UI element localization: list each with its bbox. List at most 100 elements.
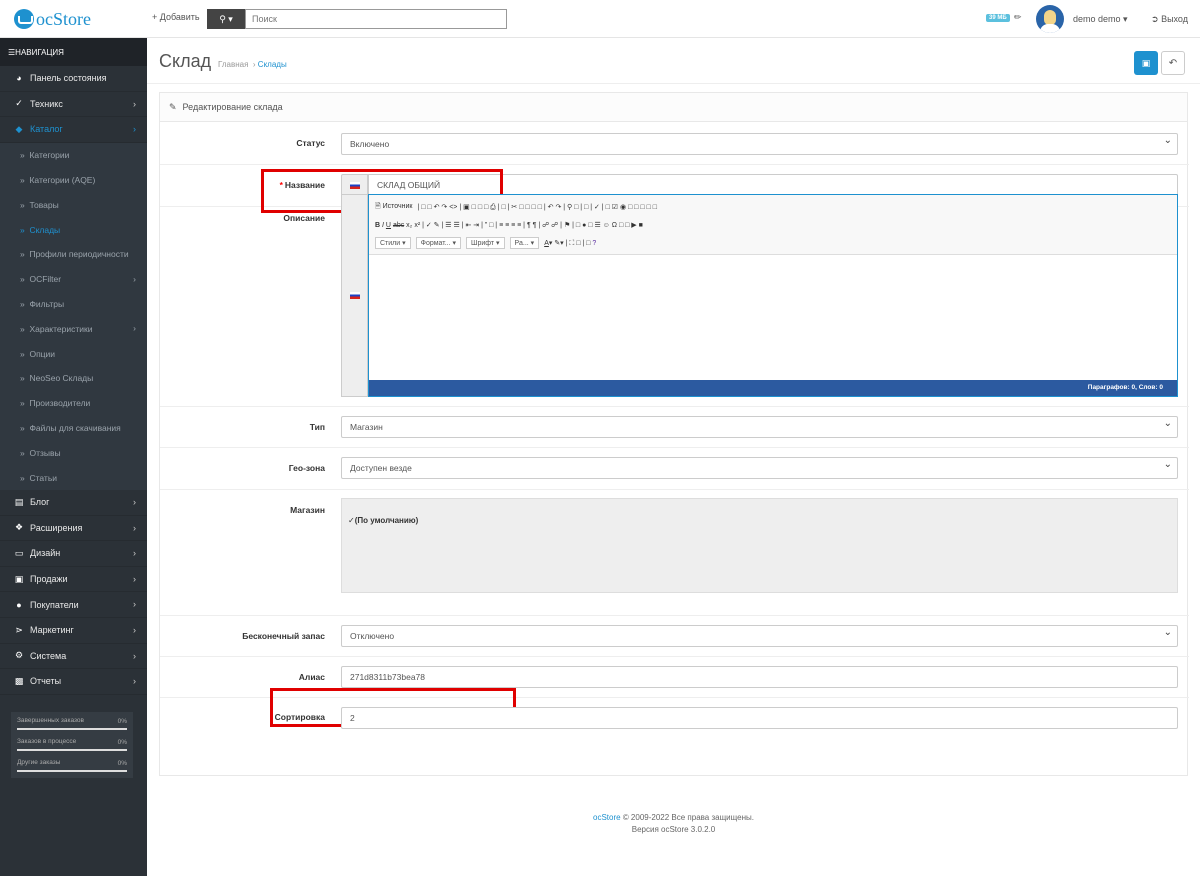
row-sort: Сортировка 2: [160, 698, 1189, 740]
submenu-warehouses[interactable]: » Склады: [0, 217, 147, 242]
type-select[interactable]: Магазин: [341, 416, 1178, 438]
geo-select[interactable]: Доступен везде: [341, 457, 1178, 479]
chevron-right-icon: ›: [133, 323, 136, 334]
description-label: Описание: [283, 213, 325, 223]
breadcrumb-current[interactable]: Склады: [258, 60, 287, 69]
sidebar: ☰ НАВИГАЦИЯ ◕ Панель состояния ✓ Техникс › ◆…: [0, 38, 147, 876]
book-icon: ▤: [14, 496, 24, 507]
chevron-right-icon: ›: [133, 98, 136, 109]
sidebar-item-marketing[interactable]: ⋗ Маркетинг ›: [0, 618, 147, 644]
search-input[interactable]: [245, 9, 507, 29]
main-content: Склад Главная › Склады ▣ ↶ ✎ Редактирова…: [147, 38, 1200, 876]
reply-icon: ↶: [1168, 57, 1178, 69]
toolbar-icons-row3[interactable]: A▾ ✎▾ | ⛶ □ | □ ?: [544, 239, 596, 248]
search-dropdown-button[interactable]: ⚲ ▾: [207, 9, 245, 29]
sidebar-item-blog[interactable]: ▤ Блог ›: [0, 490, 147, 516]
share-icon: ⋗: [15, 624, 23, 635]
sidebar-item-system[interactable]: ⚙ Система ›: [0, 644, 147, 670]
logo-text: ocStore: [36, 8, 91, 29]
dashboard-icon: ◕: [16, 73, 22, 84]
status-label: Статус: [296, 138, 325, 148]
footer-brand-link[interactable]: ocStore: [593, 813, 621, 822]
search-group: ⚲ ▾: [207, 9, 507, 29]
sidebar-item-dashboard[interactable]: ◕ Панель состояния: [0, 66, 147, 92]
sidebar-item-extensions[interactable]: ❖ Расширения ›: [0, 516, 147, 542]
save-icon: ▣: [1141, 57, 1151, 68]
pencil-icon: ✎: [169, 101, 177, 112]
footer-copyright: © 2009-2022 Все права защищены.: [622, 813, 754, 822]
submenu-attributes[interactable]: » Характеристики ›: [0, 316, 147, 341]
status-select[interactable]: Включено: [341, 133, 1178, 155]
format-combo[interactable]: Формат... ▾: [415, 237, 462, 249]
logout-link[interactable]: ➲ Выход: [1151, 14, 1188, 25]
sort-input[interactable]: 2: [341, 707, 1178, 729]
user-menu[interactable]: demo demo ▾: [1073, 14, 1128, 25]
add-button[interactable]: + Добавить: [152, 12, 200, 22]
submenu-recurring[interactable]: » Профили периодичности: [0, 242, 147, 267]
submenu-ocfilter[interactable]: » OCFilter ›: [0, 267, 147, 292]
back-button[interactable]: ↶: [1161, 51, 1185, 75]
sidebar-item-customers[interactable]: ● Покупатели ›: [0, 592, 147, 618]
row-geozone: Гео-зона Доступен везде: [160, 448, 1189, 490]
magic-icon: ✓: [15, 98, 23, 109]
order-stats: Завершенных заказов 0% Заказов в процессе…: [11, 712, 133, 778]
user-icon: ●: [16, 599, 22, 610]
ru-flag-icon: [349, 292, 360, 299]
submenu-categories-aqe[interactable]: » Категории (AQE): [0, 168, 147, 193]
save-button[interactable]: ▣: [1134, 51, 1158, 75]
logout-icon: ➲: [1151, 14, 1159, 24]
page-header: Склад Главная › Склады ▣ ↶: [147, 38, 1200, 84]
infinite-select[interactable]: Отключено: [341, 625, 1178, 647]
chevron-right-icon: ›: [133, 496, 136, 507]
font-combo[interactable]: Шрифт ▾: [466, 237, 505, 249]
rich-text-editor[interactable]: 🗎 Источник | □ □ ↶ ↷ <> | ▣ □ □ □ ⎙ | □ …: [368, 194, 1178, 397]
store-default-checkbox[interactable]: ✓(По умолчанию): [348, 516, 418, 525]
memory-badge: 39 МБ: [986, 14, 1010, 22]
row-type: Тип Магазин: [160, 407, 1189, 448]
bar-chart-icon: ▩: [14, 675, 24, 686]
chevron-right-icon: ›: [133, 676, 136, 687]
chevron-right-icon: ›: [133, 273, 136, 284]
edit-panel: ✎ Редактирование склада Статус Включено …: [159, 92, 1189, 776]
sidebar-item-design[interactable]: ▭ Дизайн ›: [0, 541, 147, 567]
sidebar-item-technics[interactable]: ✓ Техникс ›: [0, 92, 147, 118]
store-checkbox-well: ✓(По умолчанию): [341, 498, 1178, 593]
clear-cache-icon[interactable]: ✏: [1014, 12, 1022, 23]
submenu-articles[interactable]: » Статьи: [0, 465, 147, 490]
nav-title: ☰ НАВИГАЦИЯ: [0, 38, 147, 66]
submenu-downloads[interactable]: » Файлы для скачивания: [0, 416, 147, 441]
row-infinite-stock: Бесконечный запас Отключено: [160, 616, 1189, 657]
submenu-reviews[interactable]: » Отзывы: [0, 440, 147, 465]
panel-heading: ✎ Редактирование склада: [160, 93, 1187, 122]
breadcrumb-home[interactable]: Главная: [218, 60, 248, 69]
sort-label: Сортировка: [274, 712, 325, 722]
styles-combo[interactable]: Стили ▾: [375, 237, 411, 249]
page-title: Склад: [159, 51, 212, 71]
search-icon: ⚲ ▾: [219, 13, 233, 24]
row-status: Статус Включено: [160, 123, 1189, 165]
footer: ocStore © 2009-2022 Все права защищены. …: [147, 812, 1200, 836]
chevron-right-icon: ›: [133, 624, 136, 635]
source-button[interactable]: 🗎 Источник: [375, 202, 412, 213]
submenu-manufacturers[interactable]: » Производители: [0, 391, 147, 416]
infinite-label: Бесконечный запас: [242, 631, 325, 641]
sidebar-item-sales[interactable]: ▣ Продажи ›: [0, 567, 147, 593]
sidebar-item-catalog[interactable]: ◆ Каталог ›: [0, 117, 147, 143]
submenu-categories[interactable]: » Категории: [0, 143, 147, 168]
submenu-filters[interactable]: » Фильтры: [0, 292, 147, 317]
editor-toolbar: 🗎 Источник | □ □ ↶ ↷ <> | ▣ □ □ □ ⎙ | □ …: [369, 195, 1177, 255]
toolbar-icons-row1[interactable]: | □ □ ↶ ↷ <> | ▣ □ □ □ ⎙ | □ | ✂ □ □ □ □…: [417, 203, 656, 212]
submenu-options[interactable]: » Опции: [0, 341, 147, 366]
ocstore-logo[interactable]: ocStore: [14, 7, 91, 31]
sidebar-item-reports[interactable]: ▩ Отчеты ›: [0, 669, 147, 695]
alias-input[interactable]: 271d8311b73bea78: [341, 666, 1178, 688]
submenu-neoseo-warehouses[interactable]: » NeoSeo Склады: [0, 366, 147, 391]
type-label: Тип: [309, 422, 325, 432]
editor-status-bar: Параграфов: 0, Слов: 0: [369, 380, 1177, 396]
submenu-products[interactable]: » Товары: [0, 192, 147, 217]
size-combo[interactable]: Ра... ▾: [509, 237, 540, 249]
avatar[interactable]: [1036, 5, 1064, 33]
chevron-right-icon: ›: [133, 573, 136, 584]
footer-version: Версия ocStore 3.0.2.0: [631, 825, 716, 834]
toolbar-icons-row2[interactable]: B I U abc x₂ x² | ✓ ✎ | ☰ ☰ | ⇤ ⇥ | ” □ …: [375, 221, 643, 229]
